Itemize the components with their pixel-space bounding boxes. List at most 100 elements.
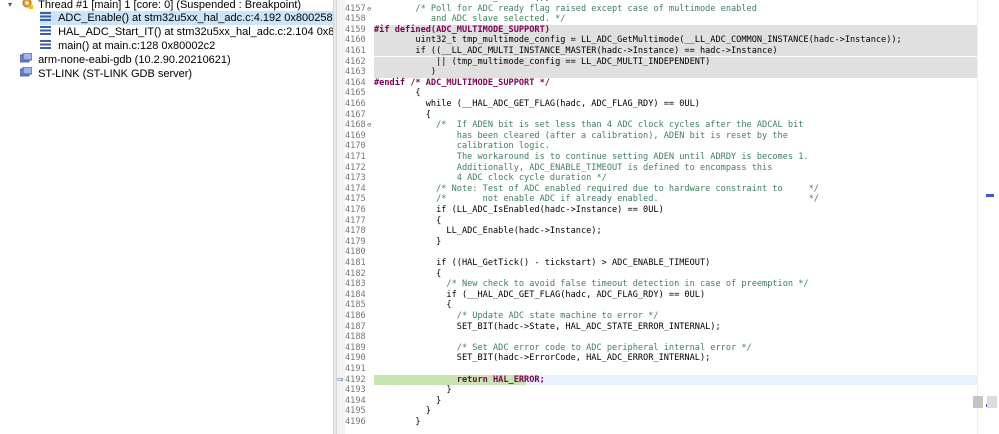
line-number: 4158 <box>345 14 366 25</box>
line-number: 4191 <box>345 363 366 374</box>
line-number: 4166 <box>345 98 366 109</box>
line-number: 4176 <box>345 204 366 215</box>
code-line[interactable]: 4157 ⊖ /* Poll for ADC ready flag raised … <box>337 4 999 15</box>
code-line[interactable]: 4185 { <box>337 300 999 311</box>
code-line[interactable]: 4162 || (tmp_multimode_config == LL_ADC_… <box>337 56 999 68</box>
code-line[interactable]: ⇨ 4192 return HAL_ERROR; <box>337 374 999 386</box>
code-line[interactable]: 4181 if ((HAL_GetTick() - tickstart) > A… <box>337 258 999 269</box>
code-text: } <box>374 385 452 396</box>
stack-frame-label: ADC_Enable() at stm32u5xx_hal_adc.c:4.19… <box>58 12 333 25</box>
line-number: 4193 <box>345 385 366 396</box>
code-line[interactable]: 4160 uint32_t tmp_multimode_config = LL_… <box>337 35 999 46</box>
line-number: 4188 <box>345 332 366 343</box>
stack-frame-row-1[interactable]: ADC_Enable() at stm32u5xx_hal_adc.c:4.19… <box>40 11 333 25</box>
code-line[interactable]: 4196 } <box>337 417 999 428</box>
line-number: 4160 <box>345 35 366 46</box>
code-text: { <box>374 109 431 120</box>
code-line[interactable]: 4178 LL_ADC_Enable(hadc->Instance); <box>337 226 999 237</box>
code-line[interactable]: 4170 calibration logic. <box>337 141 999 152</box>
code-line[interactable]: 4176 if (LL_ADC_IsEnabled(hadc->Instance… <box>337 205 999 216</box>
code-text: } <box>374 236 442 247</box>
overview-marker[interactable] <box>986 194 994 197</box>
fold-collapse-icon[interactable]: ⊖ <box>367 4 374 15</box>
code-text: ) <box>374 67 437 78</box>
stack-frame-label: main() at main.c:128 0x80002c2 <box>58 40 216 53</box>
code-line[interactable]: 4163 ) <box>337 67 999 78</box>
line-number: 4167 <box>345 109 366 120</box>
code-line[interactable]: 4190 SET_BIT(hadc->ErrorCode, HAL_ADC_ER… <box>337 353 999 364</box>
code-line[interactable]: 4188 <box>337 332 999 343</box>
stack-frame-icon <box>40 39 55 53</box>
code-line[interactable]: 4194 } <box>337 396 999 407</box>
code-text: LL_ADC_Enable(hadc->Instance); <box>374 226 602 237</box>
code-line[interactable]: 4158 and ADC slave selected. */ <box>337 14 999 25</box>
code-text: has been cleared (after a calibration), … <box>374 130 788 141</box>
stlink-process-label: ST-LINK (ST-LINK GDB server) <box>38 68 193 81</box>
code-line[interactable]: 4159 #if defined(ADC_MULTIMODE_SUPPORT) <box>337 24 999 36</box>
fold-collapse-icon[interactable]: ⊖ <box>367 120 374 131</box>
code-text: { <box>374 300 452 311</box>
code-line[interactable]: 4164 #endif /* ADC_MULTIMODE_SUPPORT */ <box>337 78 999 89</box>
code-line[interactable]: 4189 /* Set ADC error code to ADC periph… <box>337 343 999 354</box>
code-line[interactable]: 4172 Additionally, ADC_ENABLE_TIMEOUT is… <box>337 163 999 174</box>
code-text: /* not enable ADC if already enabled. */ <box>374 194 819 205</box>
code-text: #endif /* ADC_MULTIMODE_SUPPORT */ <box>374 77 550 88</box>
line-number: 4196 <box>345 416 366 427</box>
code-line[interactable]: 4168 ⊖ /* If ADEN bit is set less than 4 … <box>337 120 999 131</box>
code-text: calibration logic. <box>374 141 550 152</box>
overview-scroll-thumb[interactable] <box>987 396 997 408</box>
line-number: 4169 <box>345 130 366 141</box>
code-text: The workaround is to continue setting AD… <box>374 151 809 162</box>
code-line[interactable]: 4195 } <box>337 406 999 417</box>
code-line[interactable]: 4183 /* New check to avoid false timeout… <box>337 279 999 290</box>
code-line[interactable]: 4177 { <box>337 216 999 227</box>
code-text: /* If ADEN bit is set less than 4 ADC cl… <box>374 120 804 131</box>
code-line[interactable]: 4167 { <box>337 110 999 121</box>
vertical-scrollbar-thumb[interactable] <box>973 396 983 408</box>
overview-ruler[interactable] <box>977 0 999 434</box>
code-line[interactable]: 4174 /* Note: Test of ADC enabled requir… <box>337 184 999 195</box>
code-line[interactable]: 4179 } <box>337 237 999 248</box>
code-line[interactable]: 4166 while (__HAL_ADC_GET_FLAG(hadc, ADC… <box>337 99 999 110</box>
line-number: 4171 <box>345 151 366 162</box>
code-line[interactable]: 4182 { <box>337 269 999 280</box>
code-text: if (__HAL_ADC_GET_FLAG(hadc, ADC_FLAG_RD… <box>374 289 706 300</box>
code-line[interactable]: 4184 if (__HAL_ADC_GET_FLAG(hadc, ADC_FL… <box>337 290 999 301</box>
stack-frame-row-2[interactable]: HAL_ADC_Start_IT() at stm32u5xx_hal_adc.… <box>40 25 333 39</box>
code-line[interactable]: 4173 4 ADC clock cycle duration */ <box>337 173 999 184</box>
code-line[interactable]: 4187 SET_BIT(hadc->State, HAL_ADC_STATE_… <box>337 322 999 333</box>
code-text: /* New check to avoid false timeout dete… <box>374 279 809 290</box>
line-number: 4180 <box>345 247 366 258</box>
code-line[interactable]: 4165 { <box>337 88 999 99</box>
code-line[interactable]: 4193 } <box>337 385 999 396</box>
line-number: 4190 <box>345 353 366 364</box>
code-line[interactable]: 4180 <box>337 247 999 258</box>
code-text: { <box>374 268 442 279</box>
line-number: 4192 <box>345 374 366 385</box>
code-text: { <box>374 215 442 226</box>
code-line[interactable]: 4175 /* not enable ADC if already enable… <box>337 194 999 205</box>
code-text: uint32_t tmp_multimode_config = LL_ADC_G… <box>374 35 902 46</box>
code-line[interactable]: 4171 The workaround is to continue setti… <box>337 152 999 163</box>
code-line[interactable]: 4186 /* Update ADC state machine to erro… <box>337 311 999 322</box>
code-text: while (__HAL_ADC_GET_FLAG(hadc, ADC_FLAG… <box>374 98 700 109</box>
stlink-process-row[interactable]: ST-LINK (ST-LINK GDB server) <box>19 66 193 81</box>
code-text: 4 ADC clock cycle duration */ <box>374 173 607 184</box>
gear-thread-icon <box>21 0 35 13</box>
code-line[interactable]: 4161 if ((__LL_ADC_MULTI_INSTANCE_MASTER… <box>337 45 999 57</box>
line-number: 4162 <box>345 56 366 67</box>
line-number: 4181 <box>345 257 366 268</box>
line-number: 4187 <box>345 321 366 332</box>
thread-row[interactable]: ▾ Thread #1 [main] 1 [core: 0] (Suspende… <box>8 0 301 11</box>
code-line[interactable]: 4169 has been cleared (after a calibrati… <box>337 131 999 142</box>
debug-tree-pane: ▾ Thread #1 [main] 1 [core: 0] (Suspende… <box>0 0 333 434</box>
stack-frame-icon <box>40 25 55 39</box>
code-line[interactable]: 4191 <box>337 364 999 375</box>
code-text: } <box>374 416 421 427</box>
line-number: 4179 <box>345 236 366 247</box>
chevron-down-icon[interactable]: ▾ <box>8 0 18 12</box>
line-number: 4163 <box>345 67 366 78</box>
gdb-process-row[interactable]: arm-none-eabi-gdb (10.2.90.20210621) <box>19 52 231 67</box>
stack-frame-row-3[interactable]: main() at main.c:128 0x80002c2 <box>40 39 215 53</box>
code-editor[interactable]: tickstart = HAL_GetTick();4157⊖ /* Poll … <box>337 0 999 434</box>
